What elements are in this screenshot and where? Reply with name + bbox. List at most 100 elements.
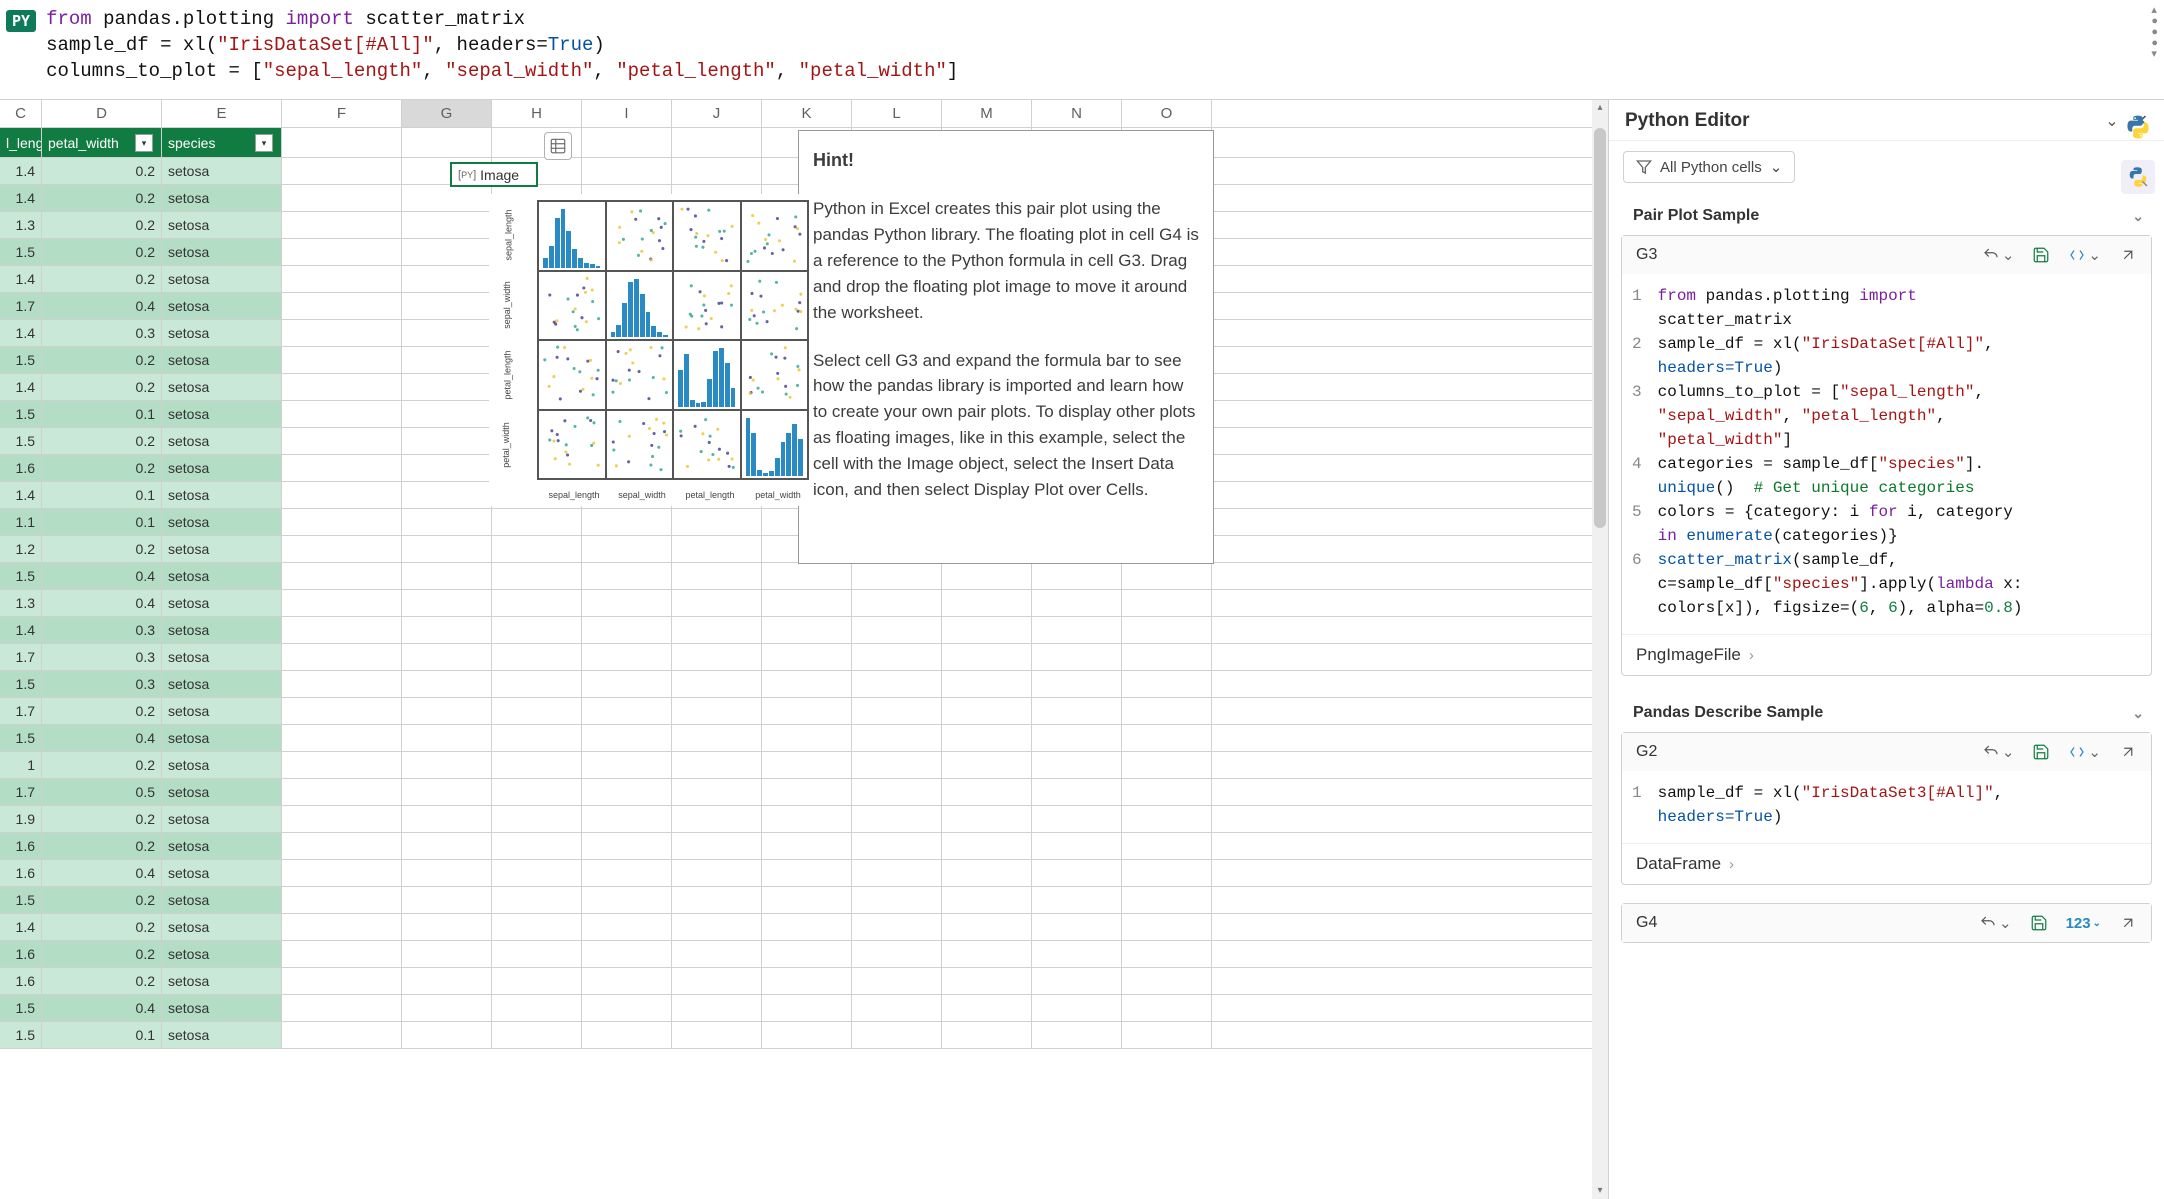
col-header-f[interactable]: F: [282, 100, 402, 127]
formula-code[interactable]: from pandas.plotting import scatter_matr…: [46, 6, 2156, 84]
output-type-icon[interactable]: ⌄: [2068, 246, 2101, 264]
cell-width[interactable]: 0.1: [42, 482, 162, 508]
cell-width[interactable]: 0.4: [42, 563, 162, 589]
cell-species[interactable]: setosa: [162, 590, 282, 616]
cell-species[interactable]: setosa: [162, 266, 282, 292]
cell-length[interactable]: 1.9: [0, 806, 42, 832]
cell-length[interactable]: 1.4: [0, 158, 42, 184]
section-describe[interactable]: Pandas Describe Sample ⌄: [1621, 694, 2152, 732]
cell-length[interactable]: 1.4: [0, 185, 42, 211]
cell-species[interactable]: setosa: [162, 779, 282, 805]
col-header-c[interactable]: C: [0, 100, 42, 127]
vertical-scrollbar[interactable]: ▴ ▾: [1592, 100, 1608, 1199]
cell-width[interactable]: 0.2: [42, 752, 162, 778]
cell-species[interactable]: setosa: [162, 239, 282, 265]
cell-species[interactable]: setosa: [162, 482, 282, 508]
cell-width[interactable]: 0.2: [42, 887, 162, 913]
cell-width[interactable]: 0.1: [42, 1022, 162, 1048]
cell-width[interactable]: 0.2: [42, 914, 162, 940]
spreadsheet-grid[interactable]: C D E F G H I J K L M N O l_lengtl pet: [0, 100, 1608, 1199]
col-header-g[interactable]: G: [402, 100, 492, 127]
cell-length[interactable]: 1.5: [0, 563, 42, 589]
cell-length[interactable]: 1.3: [0, 590, 42, 616]
insert-data-icon[interactable]: [544, 132, 572, 160]
cell-width[interactable]: 0.1: [42, 401, 162, 427]
cell-species[interactable]: setosa: [162, 941, 282, 967]
cell-length[interactable]: 1.6: [0, 833, 42, 859]
cell-width[interactable]: 0.2: [42, 536, 162, 562]
cell-width[interactable]: 0.4: [42, 860, 162, 886]
cell-length[interactable]: 1.4: [0, 482, 42, 508]
col-header-o[interactable]: O: [1122, 100, 1212, 127]
cell-species[interactable]: setosa: [162, 1022, 282, 1048]
cell-length[interactable]: 1.7: [0, 779, 42, 805]
cell-species[interactable]: setosa: [162, 401, 282, 427]
cell-width[interactable]: 0.4: [42, 590, 162, 616]
cell-width[interactable]: 0.2: [42, 347, 162, 373]
cell-length[interactable]: 1.1: [0, 509, 42, 535]
cell-width[interactable]: 0.2: [42, 239, 162, 265]
col-header-m[interactable]: M: [942, 100, 1032, 127]
cell-length[interactable]: 1.5: [0, 428, 42, 454]
col-header-h[interactable]: H: [492, 100, 582, 127]
cell-species[interactable]: setosa: [162, 644, 282, 670]
formula-bar-expand[interactable]: ▴●●●▾: [2151, 6, 2158, 59]
cell-width[interactable]: 0.5: [42, 779, 162, 805]
cell-species[interactable]: setosa: [162, 914, 282, 940]
col-header-n[interactable]: N: [1032, 100, 1122, 127]
table-header-width[interactable]: petal_width: [42, 128, 162, 157]
cell-length[interactable]: 1.5: [0, 671, 42, 697]
cell-species[interactable]: setosa: [162, 212, 282, 238]
cell-species[interactable]: setosa: [162, 374, 282, 400]
cell-species[interactable]: setosa: [162, 347, 282, 373]
save-icon[interactable]: [2030, 914, 2048, 932]
cell-length[interactable]: 1.5: [0, 887, 42, 913]
cell-species[interactable]: setosa: [162, 563, 282, 589]
cell-width[interactable]: 0.3: [42, 671, 162, 697]
python-editor-rail-icon[interactable]: [2121, 160, 2155, 194]
cell-width[interactable]: 0.2: [42, 428, 162, 454]
cell-species[interactable]: setosa: [162, 671, 282, 697]
section-pair-plot[interactable]: Pair Plot Sample ⌄: [1621, 197, 2152, 235]
table-header-length[interactable]: l_lengtl: [0, 128, 42, 157]
code-body-g3[interactable]: 123456 from pandas.plotting import scatt…: [1622, 274, 2151, 634]
python-cells-filter[interactable]: All Python cells ⌄: [1623, 151, 1795, 183]
cell-length[interactable]: 1.5: [0, 239, 42, 265]
output-footer-png[interactable]: PngImageFile ›: [1622, 634, 2151, 675]
cell-width[interactable]: 0.4: [42, 725, 162, 751]
cell-species[interactable]: setosa: [162, 455, 282, 481]
output-type-123-icon[interactable]: 123⌄: [2066, 915, 2101, 932]
col-header-d[interactable]: D: [42, 100, 162, 127]
cell-length[interactable]: 1.4: [0, 914, 42, 940]
cell-species[interactable]: setosa: [162, 428, 282, 454]
cell-species[interactable]: setosa: [162, 698, 282, 724]
col-header-l[interactable]: L: [852, 100, 942, 127]
cell-species[interactable]: setosa: [162, 806, 282, 832]
cell-length[interactable]: 1.6: [0, 860, 42, 886]
cell-length[interactable]: 1.5: [0, 725, 42, 751]
table-header-species[interactable]: species: [162, 128, 282, 157]
col-header-e[interactable]: E: [162, 100, 282, 127]
save-icon[interactable]: [2032, 743, 2050, 761]
cell-length[interactable]: 1.4: [0, 374, 42, 400]
cell-width[interactable]: 0.2: [42, 968, 162, 994]
col-header-k[interactable]: K: [762, 100, 852, 127]
cell-width[interactable]: 0.2: [42, 698, 162, 724]
cell-width[interactable]: 0.2: [42, 455, 162, 481]
cell-length[interactable]: 1.2: [0, 536, 42, 562]
col-header-i[interactable]: I: [582, 100, 672, 127]
cell-length[interactable]: 1.4: [0, 617, 42, 643]
cell-species[interactable]: setosa: [162, 887, 282, 913]
cell-length[interactable]: 1: [0, 752, 42, 778]
cell-width[interactable]: 0.2: [42, 266, 162, 292]
cell-species[interactable]: setosa: [162, 860, 282, 886]
cell-length[interactable]: 1.6: [0, 968, 42, 994]
active-cell-g3[interactable]: [PY] Image: [450, 162, 538, 187]
cell-width[interactable]: 0.4: [42, 995, 162, 1021]
cell-length[interactable]: 1.5: [0, 401, 42, 427]
cell-length[interactable]: 1.3: [0, 212, 42, 238]
cell-width[interactable]: 0.2: [42, 158, 162, 184]
cell-species[interactable]: setosa: [162, 536, 282, 562]
cell-width[interactable]: 0.2: [42, 941, 162, 967]
output-type-icon[interactable]: ⌄: [2068, 743, 2101, 761]
